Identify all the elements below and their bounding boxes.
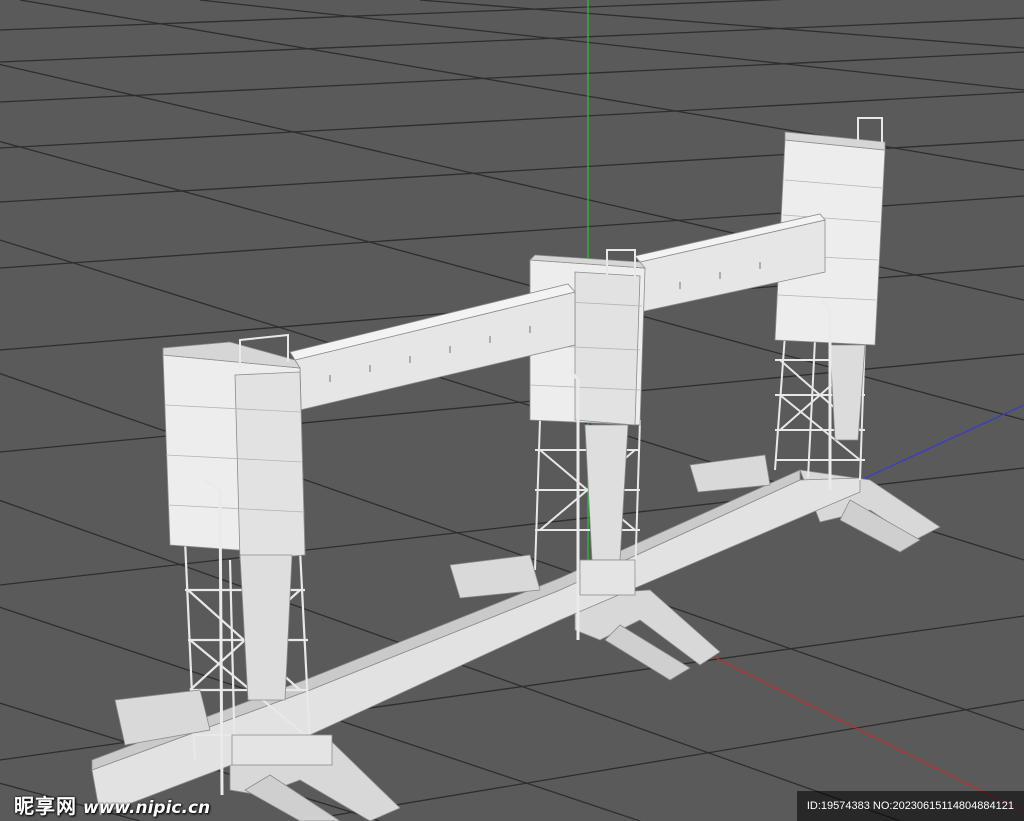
viewport-canvas[interactable] — [0, 0, 1024, 821]
middle-tower-column — [584, 424, 629, 561]
platform-middle — [449, 554, 541, 599]
3d-viewport[interactable] — [0, 0, 1024, 821]
right-tower-railing — [857, 117, 883, 142]
watermark-brand-name: 昵享网 — [14, 794, 77, 818]
gantry-model[interactable] — [91, 117, 941, 821]
watermark-brand: 昵享网 www.nipic.cn — [14, 790, 210, 819]
platform-right — [689, 454, 771, 493]
left-tower-column — [239, 554, 293, 701]
watermark-id: ID:19574383 NO:20230615114804884121 — [796, 791, 1024, 821]
watermark-url: www.nipic.cn — [83, 798, 211, 818]
